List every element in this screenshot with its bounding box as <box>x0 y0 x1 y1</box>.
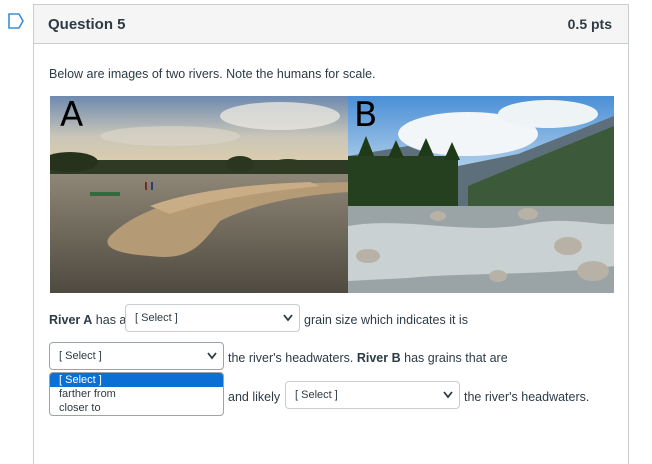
photo-label-a: A <box>60 96 84 135</box>
question-header: Question 5 0.5 pts <box>34 5 628 44</box>
distance-a-select-value: [ Select ] <box>59 350 102 362</box>
river-b-label: River B <box>356 351 401 365</box>
distance-b-select[interactable]: [ Select ] <box>285 381 460 409</box>
chevron-down-icon <box>283 314 293 322</box>
dropdown-option-select[interactable]: [ Select ] <box>50 373 223 387</box>
and-likely-text: and likely <box>228 390 281 404</box>
chevron-down-icon <box>207 352 217 360</box>
distance-b-select-value: [ Select ] <box>295 389 338 401</box>
line-river-a: River A has a <box>49 313 126 327</box>
river-images: A B <box>50 96 614 293</box>
flag-question-icon[interactable] <box>7 13 25 29</box>
dropdown-option-closer-to[interactable]: closer to <box>50 401 223 415</box>
river-a-photo: A <box>50 96 348 293</box>
line2-after-text: the river's headwaters. <box>228 351 354 365</box>
question-prompt: Below are images of two rivers. Note the… <box>49 67 376 81</box>
question-title: Question 5 <box>48 15 126 33</box>
distance-a-dropdown-list[interactable]: [ Select ] farther from closer to <box>49 372 224 416</box>
has-a-text: has a <box>95 313 127 327</box>
grain-size-select-value: [ Select ] <box>135 312 178 324</box>
chevron-down-icon <box>443 391 453 399</box>
question-points: 0.5 pts <box>567 16 612 32</box>
dropdown-option-farther-from[interactable]: farther from <box>50 387 223 401</box>
river-a-label: River A <box>49 313 93 327</box>
line-river-b: the river's headwaters. River B has grai… <box>228 351 508 365</box>
river-b-photo: B <box>348 96 614 293</box>
grain-size-select[interactable]: [ Select ] <box>125 304 300 332</box>
distance-a-select[interactable]: [ Select ] <box>49 342 224 370</box>
photo-label-b: B <box>354 96 378 135</box>
has-grains-text: has grains that are <box>404 351 508 365</box>
line1-after-text: grain size which indicates it is <box>304 313 468 327</box>
line3-after-text: the river's headwaters. <box>464 390 590 404</box>
